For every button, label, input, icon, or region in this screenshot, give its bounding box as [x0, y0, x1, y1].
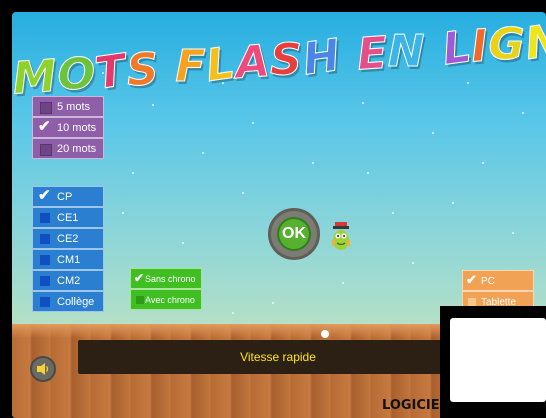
sparkle	[312, 162, 314, 164]
sparkle	[202, 152, 204, 154]
sparkle	[232, 312, 234, 314]
option-label: CM1	[57, 254, 81, 266]
window-frame: MOTS FLASH EN LIGNE ! 5 mots ✔ 10 mots 2…	[0, 0, 546, 418]
option-label: CP	[57, 191, 73, 203]
sparkle	[152, 104, 154, 106]
title-letter: N	[522, 14, 546, 71]
option-label: PC	[481, 276, 495, 287]
ok-label: OK	[277, 217, 311, 251]
checkbox	[136, 296, 144, 304]
checkmark-icon: ✔	[38, 187, 51, 204]
level-option-cm1[interactable]: CM1	[32, 249, 104, 270]
sparkle	[482, 162, 484, 164]
word-count-option-10[interactable]: ✔ 10 mots	[32, 117, 104, 138]
timer-option-sans-chrono[interactable]: ✔ Sans chrono	[130, 268, 202, 289]
title-letter: F	[175, 41, 207, 93]
timer-option-avec-chrono[interactable]: Avec chrono	[130, 289, 202, 310]
checkbox	[40, 102, 52, 114]
checkbox	[40, 144, 52, 156]
sparkle	[522, 112, 524, 114]
timer-panel: ✔ Sans chrono Avec chrono	[130, 268, 202, 310]
word-count-option-20[interactable]: 20 mots	[32, 138, 104, 159]
word-count-panel: 5 mots ✔ 10 mots 20 mots	[32, 96, 104, 159]
option-label: CE1	[57, 212, 79, 224]
level-panel: ✔ CP CE1 CE2 CM1 CM2 Collège	[32, 186, 104, 312]
sparkle	[182, 242, 184, 244]
title-text: MOTS FLASH EN LIGNE !	[12, 12, 546, 105]
checkbox	[40, 213, 50, 223]
option-label: Sans chrono	[145, 274, 196, 284]
sparkle	[362, 102, 364, 104]
option-label: 5 mots	[57, 101, 91, 113]
checkbox	[40, 234, 50, 244]
option-label: CE2	[57, 233, 79, 245]
level-option-college[interactable]: Collège	[32, 291, 104, 312]
sparkle	[252, 122, 254, 124]
checkbox	[40, 255, 50, 265]
ok-button[interactable]: OK	[268, 208, 320, 260]
checkmark-icon: ✔	[466, 272, 477, 287]
title-letter: N	[388, 26, 427, 78]
speaker-icon	[37, 363, 49, 375]
title-letter: E	[355, 27, 391, 81]
sparkle	[392, 212, 394, 214]
option-label: Collège	[57, 296, 95, 308]
checkmark-icon: ✔	[38, 118, 51, 135]
sparkle	[272, 302, 274, 304]
level-option-cp[interactable]: ✔ CP	[32, 186, 104, 207]
title-letter: A	[233, 35, 273, 89]
title-letter: I	[469, 20, 491, 73]
title-letter: S	[124, 43, 162, 97]
speed-bar[interactable]: Vitesse rapide	[78, 340, 478, 374]
pencil-mascot-icon	[332, 222, 350, 250]
sparkle	[512, 232, 514, 234]
sound-button[interactable]	[30, 356, 56, 382]
speed-label: Vitesse rapide	[240, 350, 316, 364]
sparkle	[452, 202, 454, 204]
checkmark-icon: ✔	[134, 271, 145, 285]
sparkle	[412, 262, 414, 264]
sparkle	[342, 282, 344, 284]
option-label: Avec chrono	[145, 295, 195, 305]
sparkle	[122, 212, 124, 214]
device-option-pc[interactable]: ✔ PC	[462, 270, 534, 291]
overlay-popup	[450, 318, 546, 402]
sparkle	[132, 172, 134, 174]
checkbox	[40, 297, 50, 307]
game-title: MOTS FLASH EN LIGNE !	[12, 14, 546, 105]
option-label: 20 mots	[57, 143, 97, 155]
option-label: 10 mots	[57, 122, 97, 134]
sparkle	[242, 192, 244, 194]
level-option-ce1[interactable]: CE1	[32, 207, 104, 228]
checkbox	[40, 276, 50, 286]
brand-logo: LOGICIE	[382, 398, 440, 413]
sparkle	[367, 172, 369, 174]
sparkle	[432, 132, 434, 134]
level-option-cm2[interactable]: CM2	[32, 270, 104, 291]
title-letter: G	[488, 19, 526, 71]
title-letter: S	[270, 34, 304, 86]
word-count-option-5[interactable]: 5 mots	[32, 96, 104, 117]
speed-slider-handle[interactable]	[321, 330, 329, 338]
option-label: CM2	[57, 275, 81, 287]
title-letter: O	[57, 49, 96, 101]
level-option-ce2[interactable]: CE2	[32, 228, 104, 249]
checkbox	[468, 298, 476, 306]
